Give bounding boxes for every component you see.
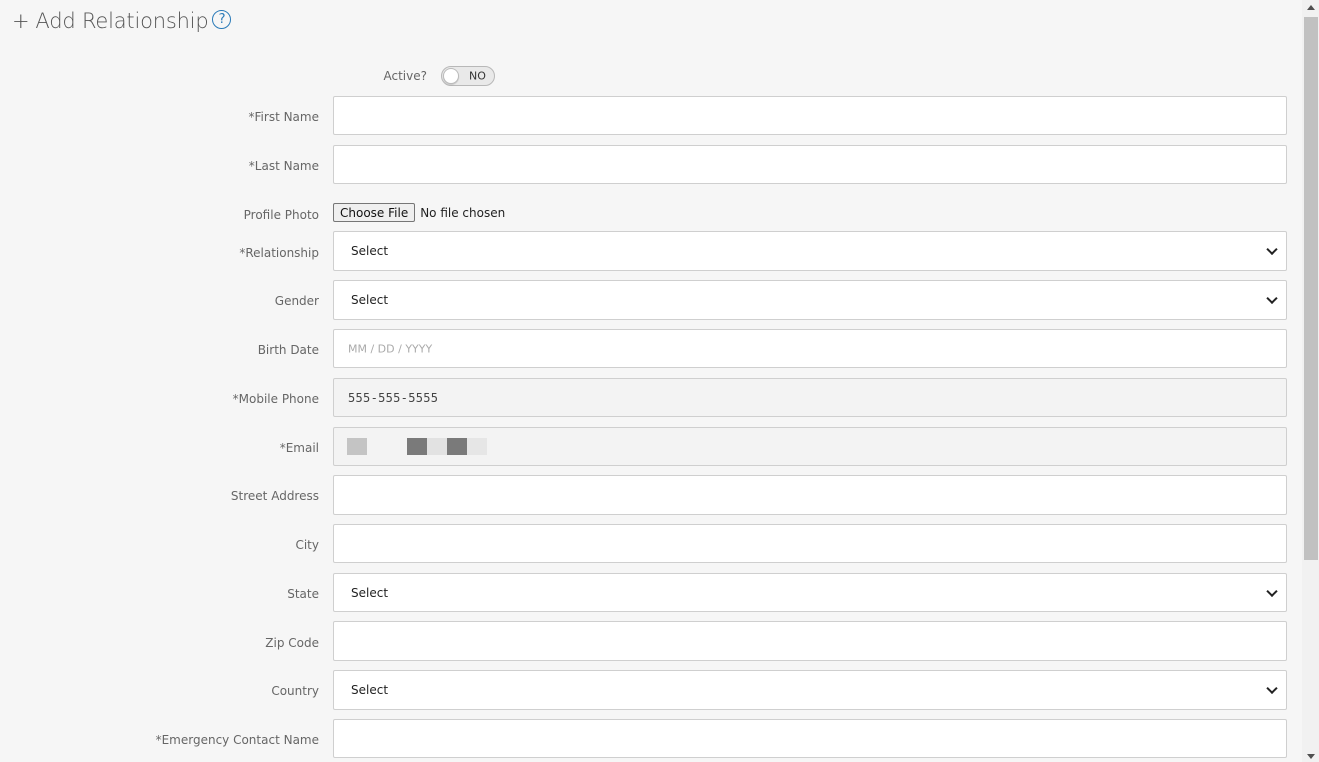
zip-code-input[interactable] [333,621,1287,661]
first-name-label: *First Name [248,110,319,124]
street-address-label: Street Address [230,489,319,503]
mobile-phone-value: 555-555-5555 [348,390,439,405]
country-label: Country [271,684,319,698]
birth-date-placeholder: MM / DD / YYYY [348,342,433,355]
chevron-down-icon [1266,243,1278,256]
emergency-contact-name-label: *Emergency Contact Name [155,733,319,747]
email-input[interactable] [333,427,1287,466]
city-input[interactable] [333,524,1287,563]
help-icon[interactable]: ? [212,9,232,29]
active-toggle[interactable]: NO [441,66,495,86]
emergency-contact-name-input[interactable] [333,719,1287,758]
chevron-down-icon [1266,292,1278,305]
toggle-knob [443,68,459,84]
vertical-scrollbar[interactable] [1302,0,1319,762]
gender-selected: Select [351,293,389,307]
last-name-label: *Last Name [248,159,319,173]
state-label: State [287,587,319,601]
relationship-select[interactable]: Select [333,231,1287,271]
country-selected: Select [351,683,389,697]
profile-photo-label: Profile Photo [243,208,319,222]
state-selected: Select [351,585,389,600]
last-name-input[interactable] [333,145,1287,184]
scroll-down-icon[interactable] [1307,754,1315,759]
mobile-phone-label: *Mobile Phone [232,392,319,406]
street-address-input[interactable] [333,475,1287,515]
gender-label: Gender [274,294,319,308]
gender-select[interactable]: Select [333,280,1287,320]
email-label: *Email [279,441,319,455]
zip-code-label: Zip Code [265,636,319,650]
profile-photo-field: Choose File No file chosen [333,203,505,222]
page-title-text: Add Relationship [35,9,209,33]
chevron-down-icon [1266,585,1278,597]
relationship-label: *Relationship [239,246,319,260]
state-select[interactable]: Select [333,573,1287,612]
choose-file-button[interactable]: Choose File [333,203,416,222]
birth-date-label: Birth Date [257,343,319,357]
mobile-phone-input[interactable]: 555-555-5555 [333,378,1287,417]
relationship-selected: Select [351,244,389,258]
file-status: No file chosen [420,205,506,220]
plus-icon: + [12,9,30,33]
toggle-state-text: NO [469,69,486,83]
active-label: Active? [383,69,428,83]
country-select[interactable]: Select [333,670,1287,710]
city-label: City [295,538,319,552]
first-name-input[interactable] [333,96,1287,135]
chevron-down-icon [1266,682,1278,695]
page-title: + Add Relationship ? [12,9,232,33]
scroll-up-icon[interactable] [1307,5,1315,10]
birth-date-input[interactable]: MM / DD / YYYY [333,329,1287,368]
scrollbar-thumb[interactable] [1304,17,1318,560]
